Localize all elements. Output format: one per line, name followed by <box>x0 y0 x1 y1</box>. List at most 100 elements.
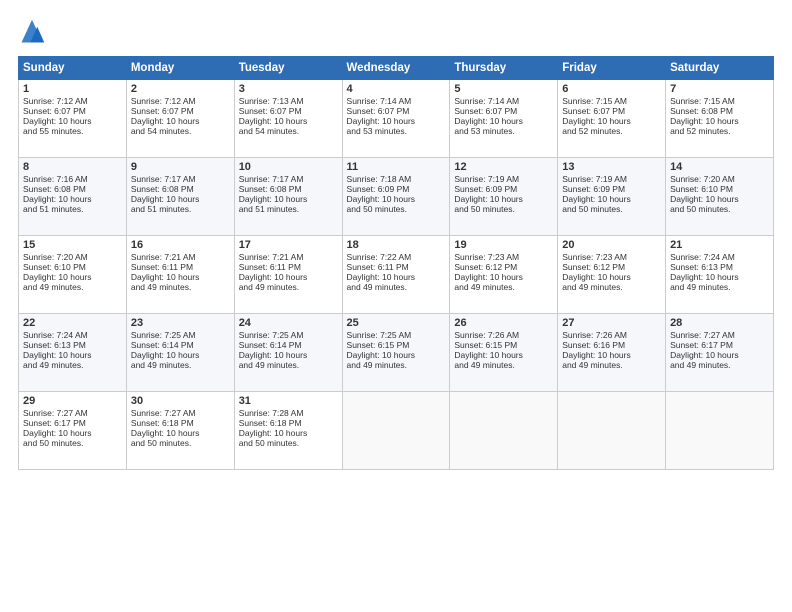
day-info-line: Sunset: 6:08 PM <box>131 184 230 194</box>
day-info-line: and 50 minutes. <box>670 204 769 214</box>
day-info-line: and 51 minutes. <box>239 204 338 214</box>
day-info-line: Daylight: 10 hours <box>239 428 338 438</box>
day-info-line: Daylight: 10 hours <box>347 116 446 126</box>
day-number: 7 <box>670 83 769 95</box>
day-info-line: Sunrise: 7:27 AM <box>23 408 122 418</box>
day-number: 23 <box>131 317 230 329</box>
day-info-line: Sunset: 6:10 PM <box>23 262 122 272</box>
day-info-line: and 51 minutes. <box>23 204 122 214</box>
day-header-monday: Monday <box>126 57 234 80</box>
day-info-line: Daylight: 10 hours <box>670 272 769 282</box>
calendar-cell: 2Sunrise: 7:12 AMSunset: 6:07 PMDaylight… <box>126 80 234 158</box>
day-info-line: Sunset: 6:08 PM <box>239 184 338 194</box>
calendar-cell: 22Sunrise: 7:24 AMSunset: 6:13 PMDayligh… <box>19 314 127 392</box>
day-info-line: Sunset: 6:07 PM <box>131 106 230 116</box>
day-info-line: Sunrise: 7:26 AM <box>454 330 553 340</box>
day-number: 1 <box>23 83 122 95</box>
calendar-cell: 19Sunrise: 7:23 AMSunset: 6:12 PMDayligh… <box>450 236 558 314</box>
day-info-line: Sunrise: 7:20 AM <box>23 252 122 262</box>
day-info-line: Sunrise: 7:13 AM <box>239 96 338 106</box>
day-number: 27 <box>562 317 661 329</box>
day-info-line: Sunrise: 7:27 AM <box>670 330 769 340</box>
day-info-line: and 50 minutes. <box>23 438 122 448</box>
calendar-cell: 1Sunrise: 7:12 AMSunset: 6:07 PMDaylight… <box>19 80 127 158</box>
page: SundayMondayTuesdayWednesdayThursdayFrid… <box>0 0 792 612</box>
day-info-line: Sunrise: 7:20 AM <box>670 174 769 184</box>
day-info-line: Daylight: 10 hours <box>347 350 446 360</box>
calendar-cell: 14Sunrise: 7:20 AMSunset: 6:10 PMDayligh… <box>666 158 774 236</box>
day-number: 18 <box>347 239 446 251</box>
day-number: 21 <box>670 239 769 251</box>
day-info-line: Sunrise: 7:27 AM <box>131 408 230 418</box>
day-info-line: and 49 minutes. <box>239 360 338 370</box>
day-info-line: Sunset: 6:12 PM <box>562 262 661 272</box>
logo-icon <box>18 18 46 46</box>
day-header-friday: Friday <box>558 57 666 80</box>
day-info-line: Daylight: 10 hours <box>562 194 661 204</box>
day-info-line: Sunrise: 7:24 AM <box>670 252 769 262</box>
calendar-cell: 16Sunrise: 7:21 AMSunset: 6:11 PMDayligh… <box>126 236 234 314</box>
day-info-line: Daylight: 10 hours <box>23 428 122 438</box>
day-info-line: Sunset: 6:11 PM <box>347 262 446 272</box>
calendar-cell: 24Sunrise: 7:25 AMSunset: 6:14 PMDayligh… <box>234 314 342 392</box>
calendar-cell <box>558 392 666 470</box>
day-info-line: and 49 minutes. <box>562 360 661 370</box>
day-info-line: Sunset: 6:16 PM <box>562 340 661 350</box>
day-info-line: Sunset: 6:07 PM <box>347 106 446 116</box>
day-info-line: and 49 minutes. <box>239 282 338 292</box>
day-info-line: Sunrise: 7:12 AM <box>131 96 230 106</box>
day-info-line: Sunrise: 7:25 AM <box>239 330 338 340</box>
calendar-cell <box>342 392 450 470</box>
day-info-line: Sunrise: 7:14 AM <box>454 96 553 106</box>
day-number: 3 <box>239 83 338 95</box>
day-info-line: Sunset: 6:10 PM <box>670 184 769 194</box>
day-info-line: Sunrise: 7:23 AM <box>454 252 553 262</box>
day-info-line: Sunset: 6:08 PM <box>23 184 122 194</box>
calendar-cell: 6Sunrise: 7:15 AMSunset: 6:07 PMDaylight… <box>558 80 666 158</box>
day-info-line: and 54 minutes. <box>131 126 230 136</box>
day-info-line: Daylight: 10 hours <box>131 428 230 438</box>
day-number: 17 <box>239 239 338 251</box>
day-info-line: Daylight: 10 hours <box>239 272 338 282</box>
day-info-line: Sunset: 6:09 PM <box>454 184 553 194</box>
day-info-line: Daylight: 10 hours <box>454 116 553 126</box>
day-info-line: and 49 minutes. <box>454 360 553 370</box>
day-info-line: Sunset: 6:13 PM <box>670 262 769 272</box>
calendar-cell: 10Sunrise: 7:17 AMSunset: 6:08 PMDayligh… <box>234 158 342 236</box>
day-number: 5 <box>454 83 553 95</box>
day-info-line: Daylight: 10 hours <box>347 272 446 282</box>
day-info-line: Daylight: 10 hours <box>562 350 661 360</box>
calendar-cell: 29Sunrise: 7:27 AMSunset: 6:17 PMDayligh… <box>19 392 127 470</box>
day-info-line: and 50 minutes. <box>347 204 446 214</box>
day-info-line: Sunset: 6:11 PM <box>239 262 338 272</box>
day-number: 12 <box>454 161 553 173</box>
day-info-line: Sunrise: 7:21 AM <box>131 252 230 262</box>
calendar-cell <box>666 392 774 470</box>
day-number: 29 <box>23 395 122 407</box>
day-info-line: Sunset: 6:11 PM <box>131 262 230 272</box>
day-number: 26 <box>454 317 553 329</box>
calendar-cell: 17Sunrise: 7:21 AMSunset: 6:11 PMDayligh… <box>234 236 342 314</box>
day-info-line: and 49 minutes. <box>454 282 553 292</box>
day-info-line: Sunrise: 7:21 AM <box>239 252 338 262</box>
day-header-sunday: Sunday <box>19 57 127 80</box>
day-info-line: Sunset: 6:17 PM <box>670 340 769 350</box>
day-info-line: and 49 minutes. <box>670 282 769 292</box>
day-number: 16 <box>131 239 230 251</box>
day-info-line: and 49 minutes. <box>670 360 769 370</box>
day-info-line: Sunrise: 7:24 AM <box>23 330 122 340</box>
day-info-line: Sunrise: 7:18 AM <box>347 174 446 184</box>
day-info-line: Daylight: 10 hours <box>131 194 230 204</box>
calendar-cell: 20Sunrise: 7:23 AMSunset: 6:12 PMDayligh… <box>558 236 666 314</box>
day-info-line: Daylight: 10 hours <box>23 116 122 126</box>
day-info-line: and 51 minutes. <box>131 204 230 214</box>
day-info-line: and 53 minutes. <box>454 126 553 136</box>
calendar-cell: 7Sunrise: 7:15 AMSunset: 6:08 PMDaylight… <box>666 80 774 158</box>
week-row-2: 8Sunrise: 7:16 AMSunset: 6:08 PMDaylight… <box>19 158 774 236</box>
day-info-line: Daylight: 10 hours <box>454 194 553 204</box>
day-info-line: Sunset: 6:18 PM <box>239 418 338 428</box>
day-number: 4 <box>347 83 446 95</box>
day-info-line: Daylight: 10 hours <box>131 350 230 360</box>
day-info-line: Daylight: 10 hours <box>670 116 769 126</box>
calendar-cell: 8Sunrise: 7:16 AMSunset: 6:08 PMDaylight… <box>19 158 127 236</box>
